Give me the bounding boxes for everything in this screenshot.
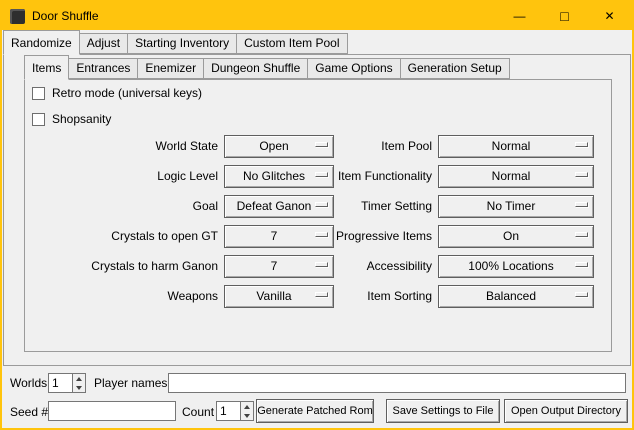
- left-options-column: World State Open Logic Level No Glitches…: [30, 131, 334, 311]
- worlds-label: Worlds: [10, 372, 47, 394]
- accessibility-dropdown[interactable]: 100% Locations: [438, 255, 594, 278]
- option-row: Item Pool Normal: [332, 131, 594, 161]
- dropdown-indicator-icon: [575, 262, 588, 267]
- item-pool-label: Item Pool: [332, 139, 432, 153]
- item-sorting-label: Item Sorting: [332, 289, 432, 303]
- checkbox-label: Retro mode (universal keys): [52, 86, 202, 100]
- option-row: Crystals to harm Ganon 7: [30, 251, 334, 281]
- dropdown-indicator-icon: [575, 142, 588, 147]
- crystals-open-gt-label: Crystals to open GT: [30, 229, 218, 243]
- dropdown-indicator-icon: [315, 172, 328, 177]
- tab-randomize[interactable]: Randomize: [3, 30, 80, 55]
- goal-label: Goal: [30, 199, 218, 213]
- dropdown-indicator-icon: [315, 202, 328, 207]
- right-options-column: Item Pool Normal Item Functionality Norm…: [332, 131, 594, 311]
- open-output-directory-button[interactable]: Open Output Directory: [504, 399, 628, 423]
- world-state-dropdown[interactable]: Open: [224, 135, 334, 158]
- spin-down-icon[interactable]: [241, 411, 253, 420]
- option-row: Accessibility 100% Locations: [332, 251, 594, 281]
- main-tab-bar: Randomize Adjust Starting Inventory Cust…: [3, 33, 348, 54]
- accessibility-label: Accessibility: [332, 259, 432, 273]
- item-pool-dropdown[interactable]: Normal: [438, 135, 594, 158]
- count-label: Count: [182, 401, 214, 423]
- subtab-entrances[interactable]: Entrances: [68, 58, 138, 79]
- world-state-label: World State: [30, 139, 218, 153]
- dropdown-indicator-icon: [575, 292, 588, 297]
- count-value: 1: [217, 402, 240, 420]
- dropdown-indicator-icon: [315, 142, 328, 147]
- option-row: Progressive Items On: [332, 221, 594, 251]
- weapons-label: Weapons: [30, 289, 218, 303]
- dropdown-indicator-icon: [315, 292, 328, 297]
- subtab-game-options[interactable]: Game Options: [307, 58, 400, 79]
- spin-arrows: [240, 402, 253, 420]
- dropdown-indicator-icon: [315, 262, 328, 267]
- sub-tab-bar: Items Entrances Enemizer Dungeon Shuffle…: [24, 57, 510, 79]
- option-row: Timer Setting No Timer: [332, 191, 594, 221]
- checkbox-label: Shopsanity: [52, 112, 111, 126]
- timer-setting-label: Timer Setting: [332, 199, 432, 213]
- tab-starting-inventory[interactable]: Starting Inventory: [127, 33, 237, 54]
- timer-setting-dropdown[interactable]: No Timer: [438, 195, 594, 218]
- spin-down-icon[interactable]: [73, 383, 85, 392]
- item-functionality-label: Item Functionality: [332, 169, 432, 183]
- maximize-icon[interactable]: □: [542, 2, 587, 30]
- item-functionality-dropdown[interactable]: Normal: [438, 165, 594, 188]
- app-icon: [10, 9, 25, 24]
- save-settings-button[interactable]: Save Settings to File: [386, 399, 500, 423]
- dropdown-indicator-icon: [315, 232, 328, 237]
- subtab-items[interactable]: Items: [24, 55, 69, 80]
- spin-up-icon[interactable]: [241, 402, 253, 411]
- logic-level-dropdown[interactable]: No Glitches: [224, 165, 334, 188]
- count-spinbox[interactable]: 1: [216, 401, 254, 421]
- app-window: Door Shuffle — □ ✕ Randomize Adjust Star…: [2, 2, 632, 428]
- option-row: Crystals to open GT 7: [30, 221, 334, 251]
- player-names-input[interactable]: [168, 373, 626, 393]
- retro-mode-checkbox[interactable]: Retro mode (universal keys): [32, 85, 202, 101]
- seed-input[interactable]: [48, 401, 176, 421]
- window-controls: — □ ✕: [497, 2, 632, 30]
- progressive-items-label: Progressive Items: [332, 229, 432, 243]
- seed-label: Seed #: [10, 401, 48, 423]
- checkbox-box-icon: [32, 113, 45, 126]
- worlds-spinbox[interactable]: 1: [48, 373, 86, 393]
- subtab-generation-setup[interactable]: Generation Setup: [400, 58, 510, 79]
- subtab-enemizer[interactable]: Enemizer: [137, 58, 204, 79]
- tab-custom-item-pool[interactable]: Custom Item Pool: [236, 33, 347, 54]
- subtab-dungeon-shuffle[interactable]: Dungeon Shuffle: [203, 58, 308, 79]
- logic-level-label: Logic Level: [30, 169, 218, 183]
- item-sorting-dropdown[interactable]: Balanced: [438, 285, 594, 308]
- title-bar: Door Shuffle — □ ✕: [2, 2, 632, 30]
- option-row: Weapons Vanilla: [30, 281, 334, 311]
- dropdown-indicator-icon: [575, 232, 588, 237]
- window-body: Randomize Adjust Starting Inventory Cust…: [2, 30, 632, 428]
- weapons-dropdown[interactable]: Vanilla: [224, 285, 334, 308]
- goal-dropdown[interactable]: Defeat Ganon: [224, 195, 334, 218]
- crystals-harm-ganon-dropdown[interactable]: 7: [224, 255, 334, 278]
- option-row: World State Open: [30, 131, 334, 161]
- generate-patched-rom-button[interactable]: Generate Patched Rom: [256, 399, 374, 423]
- spin-up-icon[interactable]: [73, 374, 85, 383]
- dropdown-indicator-icon: [575, 172, 588, 177]
- option-row: Logic Level No Glitches: [30, 161, 334, 191]
- option-row: Item Functionality Normal: [332, 161, 594, 191]
- shopsanity-checkbox[interactable]: Shopsanity: [32, 111, 111, 127]
- player-names-label: Player names: [94, 372, 167, 394]
- option-row: Goal Defeat Ganon: [30, 191, 334, 221]
- close-icon[interactable]: ✕: [587, 2, 632, 30]
- spin-arrows: [72, 374, 85, 392]
- crystals-harm-ganon-label: Crystals to harm Ganon: [30, 259, 218, 273]
- dropdown-indicator-icon: [575, 202, 588, 207]
- minimize-icon[interactable]: —: [497, 2, 542, 30]
- option-row: Item Sorting Balanced: [332, 281, 594, 311]
- crystals-open-gt-dropdown[interactable]: 7: [224, 225, 334, 248]
- tab-adjust[interactable]: Adjust: [79, 33, 128, 54]
- window-title: Door Shuffle: [32, 9, 99, 23]
- checkbox-box-icon: [32, 87, 45, 100]
- progressive-items-dropdown[interactable]: On: [438, 225, 594, 248]
- worlds-value: 1: [49, 374, 72, 392]
